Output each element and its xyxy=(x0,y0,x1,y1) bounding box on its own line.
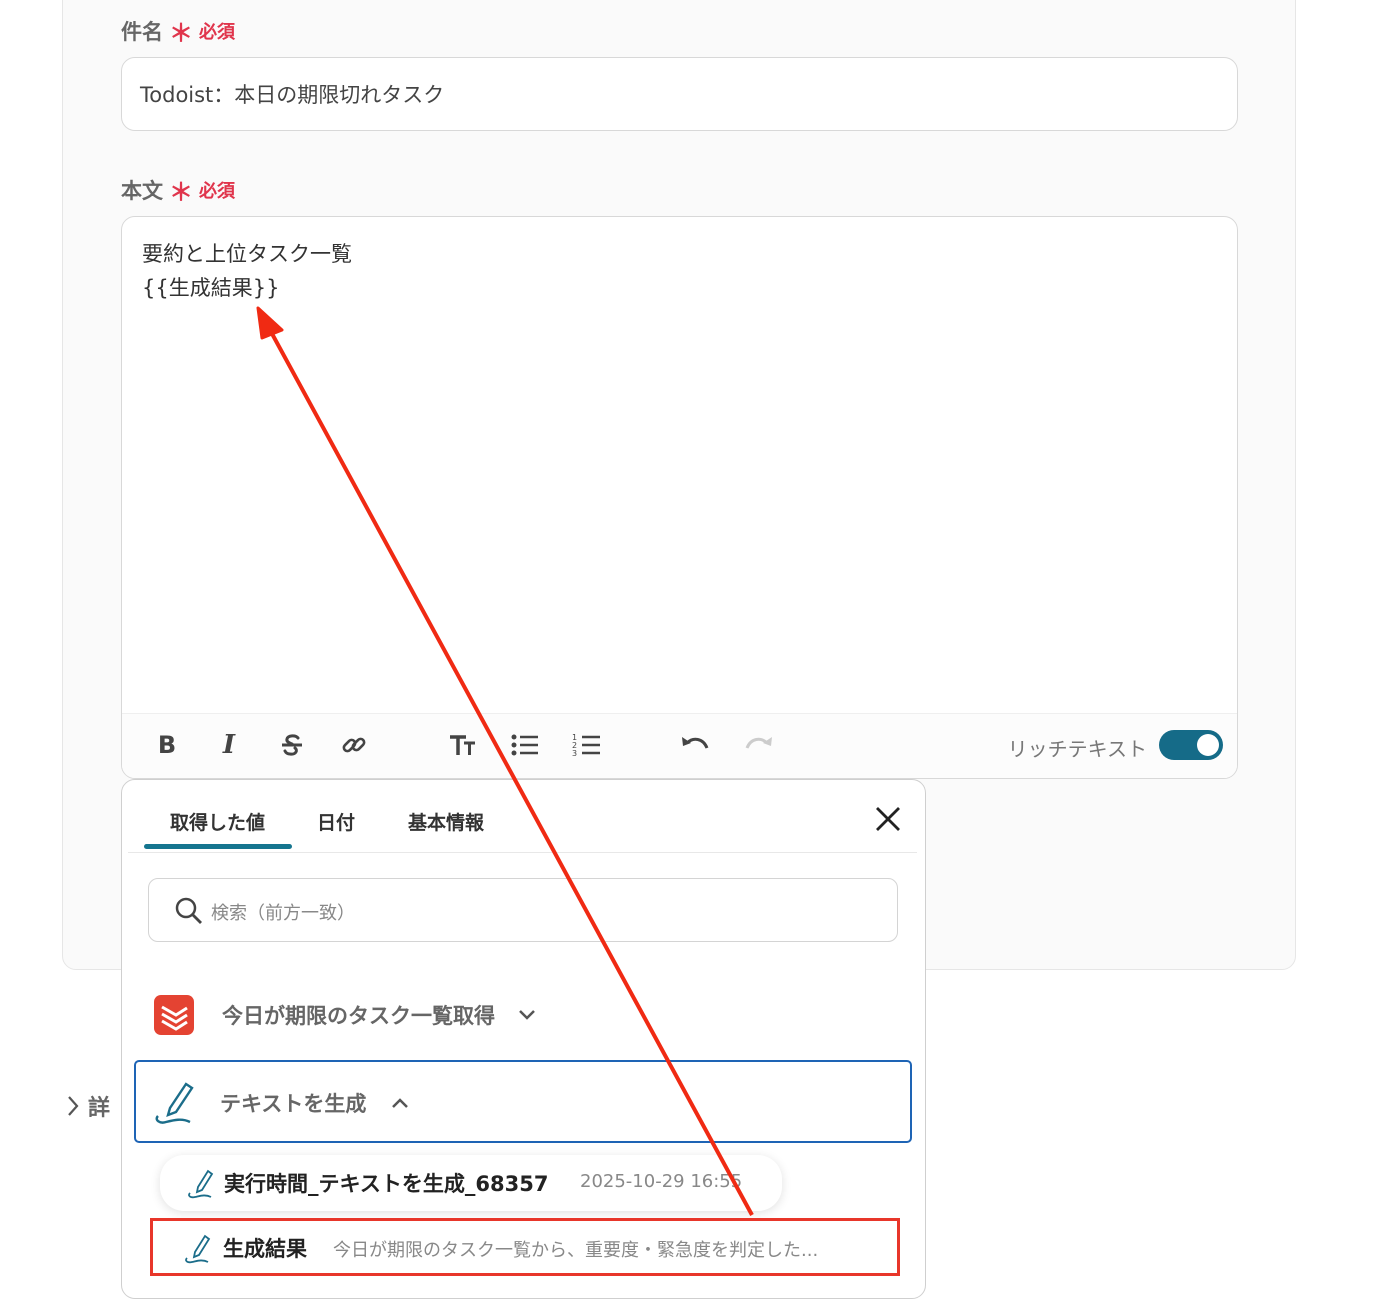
rich-text-toggle[interactable] xyxy=(1159,730,1223,760)
pen-icon xyxy=(188,1169,214,1199)
numbered-list-icon[interactable]: 123 xyxy=(570,728,604,762)
detail-toggle[interactable]: 詳 xyxy=(66,1090,110,1122)
redo-icon[interactable] xyxy=(742,728,776,762)
chevron-right-icon xyxy=(68,1096,79,1116)
todoist-logo xyxy=(154,995,194,1035)
close-icon[interactable] xyxy=(873,804,903,834)
list-item-execution-time[interactable]: 実行時間_テキストを生成_68357 2025-10-29 16:55 xyxy=(160,1155,782,1211)
active-tab-indicator xyxy=(144,844,292,849)
chevron-down-icon xyxy=(519,1010,535,1020)
search-placeholder: 検索（前方一致） xyxy=(211,903,355,924)
bullet-list-icon[interactable] xyxy=(508,728,542,762)
required-star: ＊ xyxy=(169,19,193,47)
pen-icon xyxy=(155,1082,194,1124)
search-icon xyxy=(175,897,202,924)
editor-toolbar: B I 123 リッチテキスト xyxy=(122,713,1237,778)
search-input[interactable]: 検索（前方一致） xyxy=(148,878,898,942)
tab-date[interactable]: 日付 xyxy=(317,808,355,835)
tab-basic-info[interactable]: 基本情報 xyxy=(408,808,484,835)
pen-icon xyxy=(185,1234,211,1264)
required-text: 必須 xyxy=(199,180,235,202)
toggle-knob xyxy=(1197,734,1219,756)
body-label: 本文 ＊ 必須 xyxy=(121,172,235,207)
strikethrough-icon[interactable] xyxy=(275,728,309,762)
subject-input[interactable]: Todoist：本日の期限切れタスク xyxy=(121,57,1238,131)
required-text: 必須 xyxy=(199,21,235,43)
svg-text:3: 3 xyxy=(572,749,577,758)
link-icon[interactable] xyxy=(337,728,371,762)
required-star: ＊ xyxy=(169,178,193,206)
list-item-generated-result[interactable]: 生成結果 今日が期限のタスク一覧から、重要度・緊急度を判定した... xyxy=(150,1218,900,1276)
undo-icon[interactable] xyxy=(678,728,712,762)
tab-retrieved-values[interactable]: 取得した値 xyxy=(170,808,265,835)
bold-icon[interactable]: B xyxy=(150,728,184,762)
section-generate-text[interactable]: テキストを生成 xyxy=(134,1060,912,1143)
text-size-icon[interactable] xyxy=(445,728,479,762)
chevron-up-icon xyxy=(392,1098,408,1108)
subject-label: 件名 ＊ 必須 xyxy=(121,13,235,48)
body-text[interactable]: 要約と上位タスク一覧 {{生成結果}} xyxy=(142,237,352,305)
rich-text-label: リッチテキスト xyxy=(1007,737,1147,761)
body-editor[interactable]: 要約と上位タスク一覧 {{生成結果}} B I 123 リッチテキスト xyxy=(121,216,1238,779)
section-todoist-tasks[interactable]: 今日が期限のタスク一覧取得 xyxy=(222,1000,537,1030)
popup-tabs: 取得した値 日付 基本情報 xyxy=(128,780,917,853)
italic-icon[interactable]: I xyxy=(212,728,246,762)
value-picker-popup: 取得した値 日付 基本情報 検索（前方一致） 今日が期限のタスク一覧取得 テキス… xyxy=(121,779,926,1299)
